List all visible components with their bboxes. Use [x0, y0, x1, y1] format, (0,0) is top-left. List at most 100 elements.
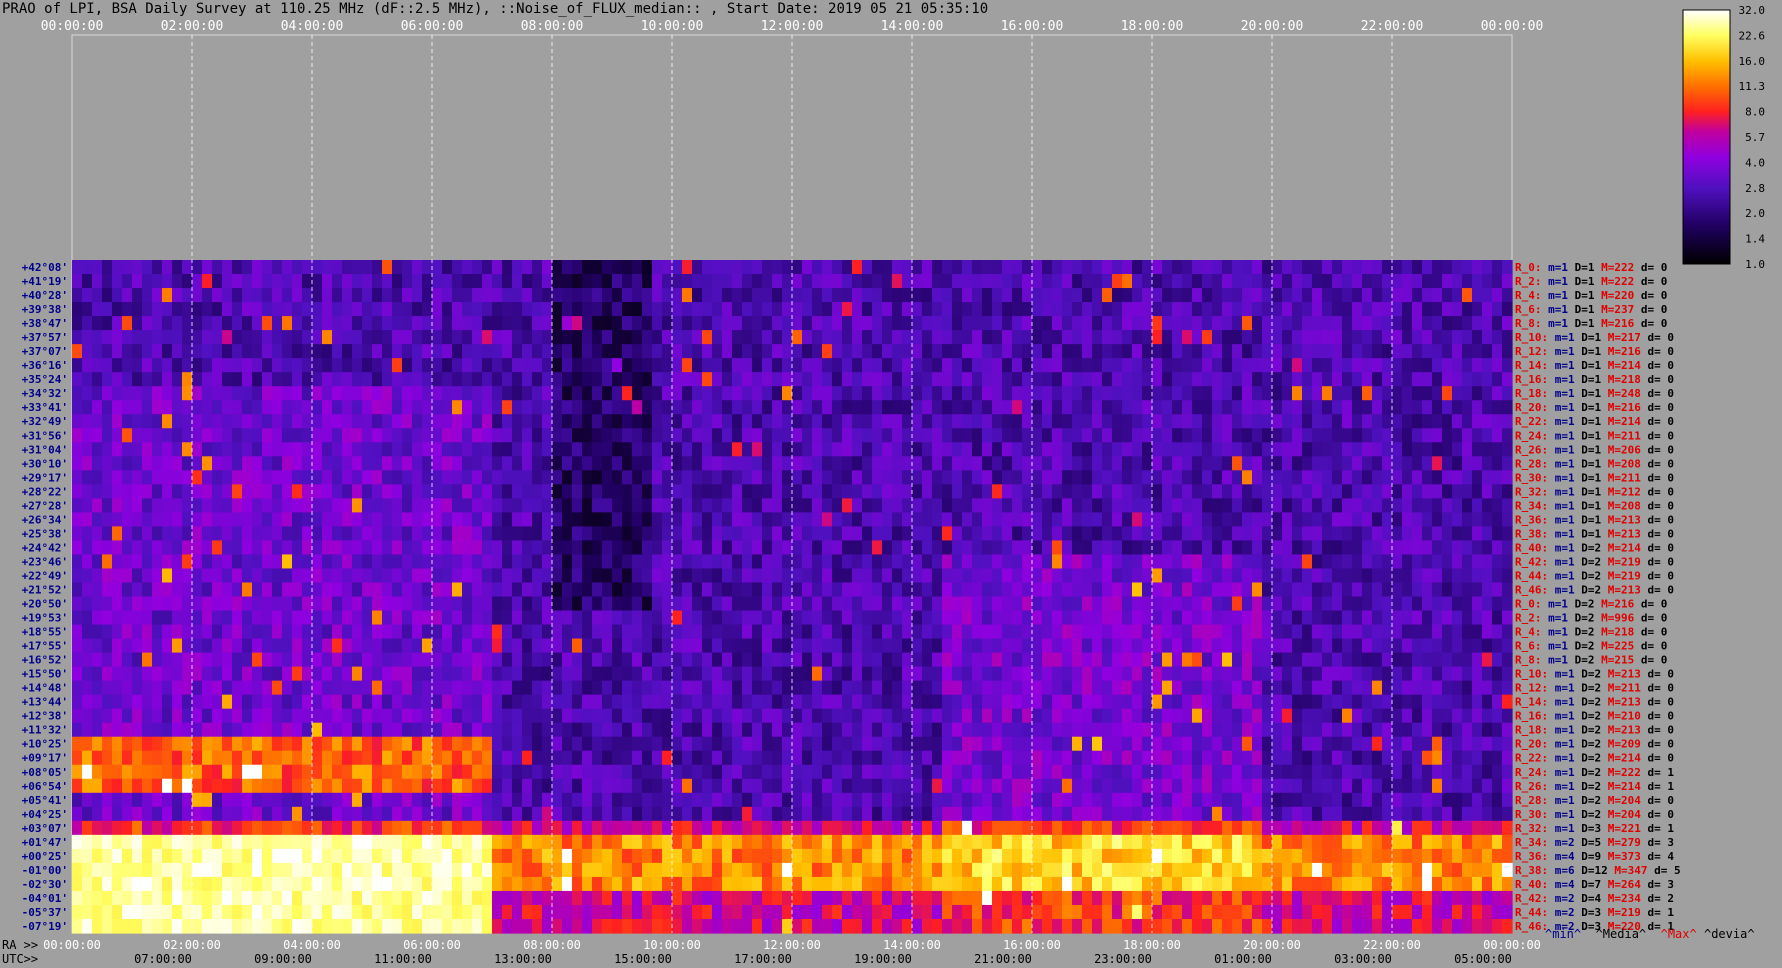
heatmap-cell — [1122, 694, 1133, 710]
heatmap-cell — [92, 442, 103, 457]
heatmap-cell — [202, 652, 213, 668]
heatmap-cell — [762, 400, 773, 415]
heatmap-cell — [962, 610, 973, 626]
heatmap-cell — [762, 624, 773, 640]
heatmap-cell — [402, 568, 413, 584]
heatmap-cell — [542, 722, 553, 738]
heatmap-cell — [532, 582, 543, 598]
heatmap-cell — [412, 540, 423, 556]
heatmap-cell — [982, 428, 993, 443]
heatmap-cell — [442, 442, 453, 457]
heatmap-cell — [1482, 414, 1493, 429]
heatmap-cell — [402, 680, 413, 696]
heatmap-cell — [1262, 680, 1273, 696]
heatmap-cell — [1442, 680, 1453, 696]
heatmap-cell — [212, 316, 223, 331]
heatmap-cell — [1402, 568, 1413, 584]
heatmap-cell — [592, 582, 603, 598]
heatmap-cell — [582, 484, 593, 499]
heatmap-cell — [502, 260, 513, 275]
heatmap-cell — [1082, 428, 1093, 443]
heatmap-cell — [1232, 484, 1243, 499]
heatmap-cell — [992, 386, 1003, 401]
heatmap-cell — [1382, 316, 1393, 331]
heatmap-cell — [1122, 554, 1133, 570]
heatmap-cell — [282, 568, 293, 584]
heatmap-cell — [512, 554, 523, 570]
heatmap-cell — [292, 610, 303, 626]
heatmap-cell — [682, 484, 693, 499]
heatmap-cell — [1072, 344, 1083, 359]
heatmap-cell — [972, 442, 983, 457]
heatmap-cell — [222, 484, 233, 499]
heatmap-cell — [1012, 470, 1023, 485]
heatmap-cell — [512, 498, 523, 513]
heatmap-cell — [1032, 386, 1043, 401]
heatmap-cell — [252, 274, 263, 289]
heatmap-cell — [582, 694, 593, 710]
heatmap-cell — [502, 302, 513, 317]
heatmap-cell — [722, 554, 733, 570]
heatmap-cell — [682, 540, 693, 556]
top-tick-label: 10:00:00 — [641, 19, 704, 34]
heatmap-cell — [1132, 358, 1143, 373]
heatmap-cell — [812, 456, 823, 471]
heatmap-cell — [1152, 372, 1163, 387]
heatmap-cell — [1152, 708, 1163, 724]
heatmap-cell — [1192, 624, 1203, 640]
heatmap-cell — [1062, 316, 1073, 331]
heatmap-cell — [1492, 302, 1503, 317]
heatmap-cell — [922, 736, 933, 752]
heatmap-cell — [502, 386, 513, 401]
heatmap-cell — [1192, 414, 1203, 429]
heatmap-cell — [872, 484, 883, 499]
heatmap-cell — [392, 540, 403, 556]
heatmap-cell — [542, 288, 553, 303]
heatmap-cell — [1332, 512, 1343, 527]
heatmap-cell — [1102, 694, 1113, 710]
heatmap-cell — [932, 554, 943, 570]
heatmap-cell — [1302, 554, 1313, 570]
heatmap-cell — [842, 694, 853, 710]
heatmap-cell — [952, 722, 963, 738]
heatmap-cell — [122, 610, 133, 626]
heatmap-cell — [932, 358, 943, 373]
heatmap-cell — [1212, 568, 1223, 584]
heatmap-cell — [1002, 652, 1013, 668]
heatmap-cell — [1442, 484, 1453, 499]
heatmap-cell — [1252, 610, 1263, 626]
heatmap-cell — [1392, 330, 1403, 345]
heatmap-cell — [492, 582, 503, 598]
heatmap-cell — [422, 274, 433, 289]
heatmap-cell — [342, 498, 353, 513]
heatmap-cell — [92, 428, 103, 443]
heatmap-cell — [842, 736, 853, 752]
heatmap-cell — [1282, 288, 1293, 303]
heatmap-cell — [1162, 512, 1173, 527]
heatmap-cell — [992, 414, 1003, 429]
heatmap-cell — [872, 722, 883, 738]
heatmap-cell — [182, 260, 193, 275]
heatmap-cell — [522, 666, 533, 682]
heatmap-cell — [402, 554, 413, 570]
heatmap-cell — [1102, 652, 1113, 668]
heatmap-cell — [592, 568, 603, 584]
heatmap-cell — [542, 596, 553, 612]
heatmap-cell — [1452, 330, 1463, 345]
heatmap-cell — [1432, 526, 1443, 542]
heatmap-cell — [1002, 666, 1013, 682]
heatmap-cell — [1482, 274, 1493, 289]
heatmap-cell — [1162, 274, 1173, 289]
heatmap-cell — [1262, 498, 1273, 513]
heatmap-cell — [252, 554, 263, 570]
heatmap-cell — [1342, 274, 1353, 289]
heatmap-cell — [862, 344, 873, 359]
heatmap-cell — [942, 470, 953, 485]
heatmap-cell — [182, 582, 193, 598]
heatmap-cell — [932, 344, 943, 359]
heatmap-cell — [1222, 456, 1233, 471]
heatmap-cell — [742, 358, 753, 373]
heatmap-cell — [1192, 302, 1203, 317]
heatmap-cell — [372, 302, 383, 317]
heatmap-cell — [622, 652, 633, 668]
